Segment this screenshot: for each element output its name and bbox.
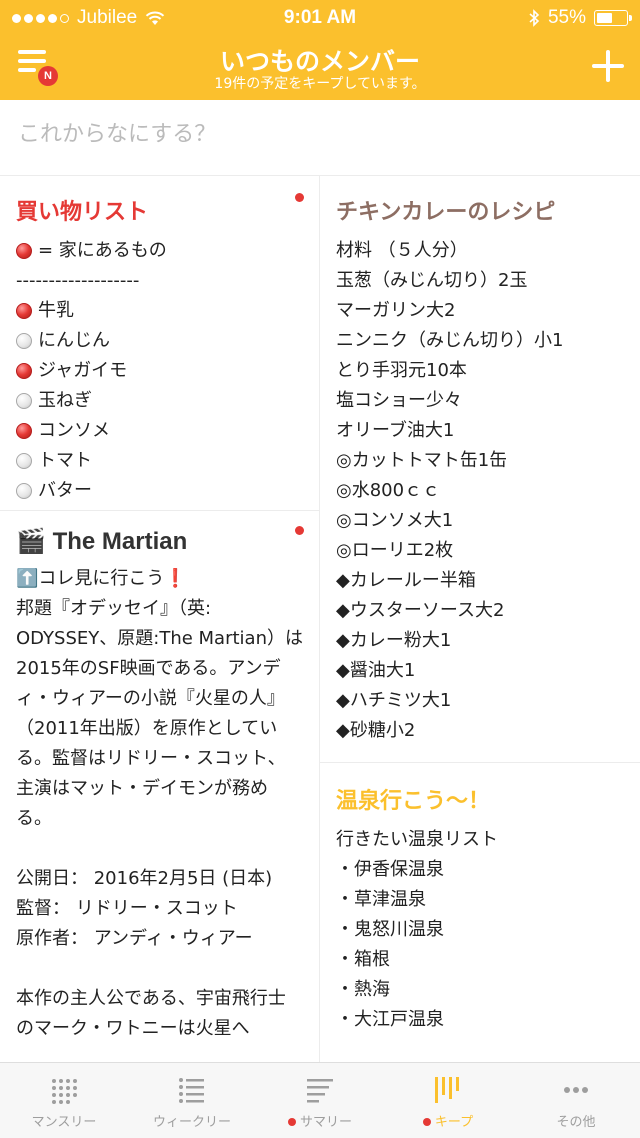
unread-dot [295, 193, 304, 202]
note-line: ・大江戸温泉 [336, 1009, 444, 1030]
list-item: バター [16, 476, 303, 506]
note-line: ◆醤油大1 [336, 660, 416, 681]
battery-percentage: 55% [547, 7, 586, 28]
status-circle-icon [16, 333, 32, 349]
list-item: 玉ねぎ [16, 386, 303, 416]
weekly-list-icon [179, 1078, 204, 1103]
tab-summary[interactable]: サマリー [256, 1063, 384, 1138]
note-line: 材料 （５人分） [336, 240, 468, 261]
note-line: ◆ウスターソース大2 [336, 600, 505, 621]
note-body: 材料 （５人分） 玉葱（みじん切り）2玉 マーガリン大2 ニンニク（みじん切り）小1 と… [336, 236, 624, 746]
list-item: 牛乳 [16, 296, 303, 326]
calendar-subtitle: 19件の予定をキープしています。 [214, 76, 426, 92]
note-line: ◆砂糖小2 [336, 720, 416, 741]
status-circle-icon [16, 483, 32, 499]
note-line: ニンニク（みじん切り）小1 [336, 330, 564, 351]
clapperboard-icon: 🎬 [16, 528, 46, 555]
list-item: にんじん [16, 326, 303, 356]
note-body: 行きたい温泉リスト ・伊香保温泉 ・草津温泉・鬼怒川温泉 ・箱根・熱海・大江戸温泉 [336, 825, 624, 1035]
note-line: オリーブ油大1 [336, 420, 455, 441]
note-line: ◎カットトマト缶1缶 [336, 450, 508, 471]
note-line: 塩コショー少々 [336, 390, 462, 411]
tab-weekly[interactable]: ウィークリー [128, 1063, 256, 1138]
tab-bar: マンスリー ウィークリー サマリー キープ その他 [0, 1062, 640, 1138]
list-item: トマト [16, 446, 303, 476]
app-header: Jubilee 9:01 AM 55% N いつものメンバー 19件の予定をキー… [0, 0, 640, 100]
note-line: マーガリン大2 [336, 300, 456, 321]
battery-icon [594, 10, 632, 26]
note-body: ⬆️コレ見に行こう❗ 邦題『オデッセイ』（英: ODYSSEY、原題:The M… [16, 568, 303, 1039]
compose-area [0, 100, 640, 176]
summary-lines-icon [307, 1079, 333, 1103]
tab-keep[interactable]: キープ [384, 1063, 512, 1138]
note-line: ・鬼怒川温泉 [336, 919, 444, 940]
note-line: ◎ローリエ2枚 [336, 540, 454, 561]
status-circle-icon [16, 423, 32, 439]
note-line: ◆ハチミツ大1 [336, 690, 452, 711]
tab-monthly[interactable]: マンスリー [0, 1063, 128, 1138]
note-line: とり手羽元10本 [336, 360, 467, 381]
status-circle-icon [16, 393, 32, 409]
note-card-onsen[interactable]: 温泉行こう〜！ 行きたい温泉リスト ・伊香保温泉 ・草津温泉・鬼怒川温泉 ・箱根・熱海… [320, 763, 640, 1062]
separator-line: ------------------- [16, 270, 140, 291]
list-item: コンソメ [16, 416, 303, 446]
note-line: ◎水800ｃｃ [336, 480, 441, 501]
red-circle-icon [16, 243, 32, 259]
note-line: 玉葱（みじん切り）2玉 [336, 270, 528, 291]
note-title: チキンカレーのレシピ [336, 200, 556, 225]
compose-input[interactable] [18, 122, 618, 147]
note-title: 🎬 The Martian [16, 528, 188, 555]
note-card-shopping[interactable]: 買い物リスト = 家にあるもの ------------------- 牛乳 に… [0, 176, 319, 510]
note-card-curry[interactable]: チキンカレーのレシピ 材料 （５人分） 玉葱（みじん切り）2玉 マーガリン大2 ニンニ… [320, 176, 640, 762]
unread-dot [295, 526, 304, 535]
status-bar: Jubilee 9:01 AM 55% [0, 0, 640, 36]
add-button[interactable] [592, 50, 624, 82]
list-item: ジャガイモ [16, 356, 303, 386]
note-line: ・箱根 [336, 949, 390, 970]
note-card-martian[interactable]: 🎬 The Martian ⬆️コレ見に行こう❗ 邦題『オデッセイ』（英: OD… [0, 511, 319, 1062]
more-dots-icon [564, 1087, 588, 1093]
status-circle-icon [16, 363, 32, 379]
note-title: 買い物リスト [16, 200, 149, 225]
shopping-list: = 家にあるもの ------------------- 牛乳 にんじん ジャガ… [16, 236, 303, 506]
note-line: ・熱海 [336, 979, 390, 1000]
bluetooth-icon [529, 9, 540, 27]
note-line: ・伊香保温泉 [336, 859, 444, 880]
tab-more[interactable]: その他 [512, 1063, 640, 1138]
legend-text: = 家にあるもの [38, 240, 167, 261]
status-circle-icon [16, 453, 32, 469]
status-circle-icon [16, 303, 32, 319]
monthly-grid-icon [52, 1079, 77, 1104]
note-line: ◆カレー粉大1 [336, 630, 452, 651]
legend-line: = 家にあるもの [16, 236, 303, 266]
note-line: ・草津温泉 [336, 889, 426, 910]
note-line: 行きたい温泉リスト [336, 829, 498, 850]
keep-columns-icon [435, 1077, 459, 1103]
note-line: ◎コンソメ大1 [336, 510, 454, 531]
note-line: ◆カレールー半箱 [336, 570, 476, 591]
note-title: 温泉行こう〜！ [336, 789, 491, 814]
